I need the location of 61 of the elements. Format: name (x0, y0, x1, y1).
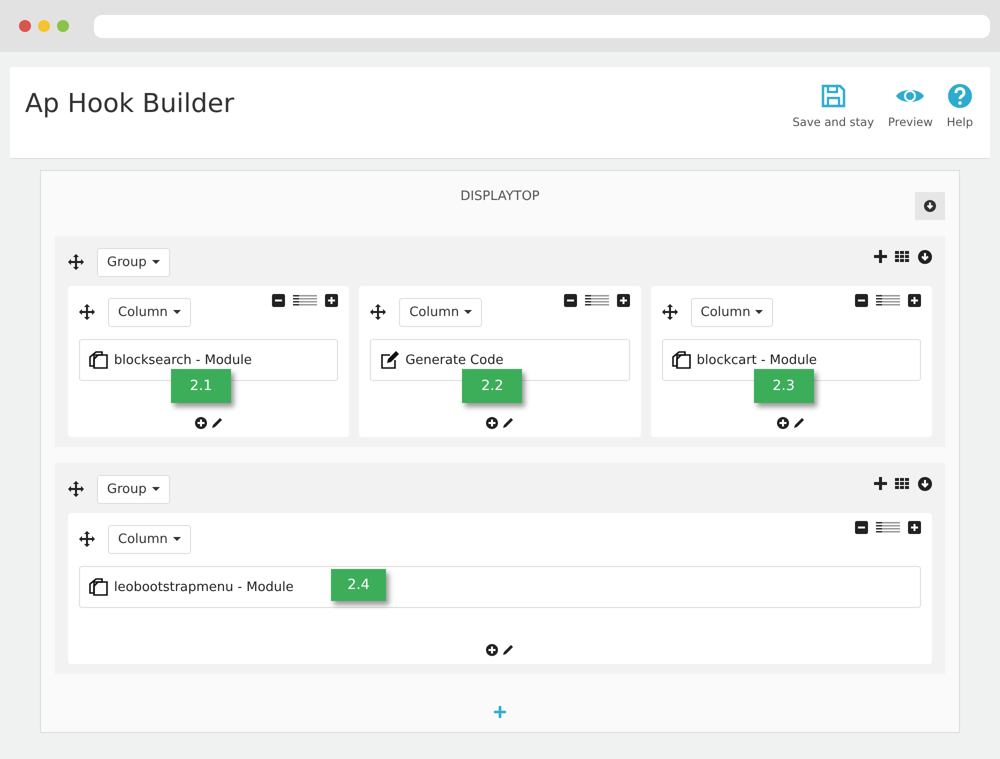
minus-square-icon[interactable] (272, 294, 286, 307)
grid-icon[interactable] (895, 477, 910, 490)
move-icon[interactable] (79, 531, 95, 547)
move-icon[interactable] (79, 304, 95, 320)
minus-square-icon[interactable] (854, 294, 868, 307)
page-title: Ap Hook Builder (25, 89, 234, 119)
pencil-icon[interactable] (793, 417, 806, 429)
download-circle-icon (924, 200, 936, 212)
collapse-button[interactable] (915, 192, 945, 220)
column-dropdown[interactable]: Column (399, 298, 482, 326)
number-badge: 2.4 (331, 569, 386, 601)
download-circle-icon[interactable] (918, 250, 932, 264)
minimize-dot[interactable] (38, 20, 50, 32)
plus-icon[interactable] (874, 250, 887, 263)
plus-icon[interactable] (874, 477, 887, 490)
maximize-dot[interactable] (57, 20, 69, 32)
plus-square-icon[interactable] (325, 294, 338, 307)
pencil-icon[interactable] (502, 417, 514, 429)
column-width-icon[interactable] (584, 295, 609, 306)
copy-icon (672, 350, 692, 370)
pencil-icon[interactable] (210, 417, 223, 429)
close-dot[interactable] (19, 20, 31, 32)
copy-icon (89, 577, 109, 597)
column-width-icon[interactable] (293, 295, 318, 306)
preview-button[interactable]: Preview (888, 83, 933, 129)
move-icon[interactable] (68, 254, 84, 270)
plus-square-icon[interactable] (908, 294, 921, 307)
add-circle-icon[interactable] (486, 417, 498, 429)
add-circle-icon[interactable] (194, 417, 207, 429)
hook-name: DISPLAYTOP (460, 189, 540, 204)
copy-icon (89, 350, 109, 370)
move-icon[interactable] (68, 481, 84, 497)
save-and-stay-button[interactable]: Save and stay (792, 83, 874, 129)
column-width-icon[interactable] (876, 522, 900, 533)
help-icon (946, 83, 973, 109)
column-dropdown[interactable]: Column (108, 524, 191, 554)
move-icon[interactable] (370, 304, 386, 320)
add-group-icon[interactable] (494, 706, 506, 718)
module-item[interactable]: Generate Code (370, 339, 630, 381)
pencil-icon[interactable] (502, 644, 514, 656)
column-width-icon[interactable] (876, 295, 900, 306)
number-badge: 2.1 (171, 369, 231, 403)
number-badge: 2.3 (754, 369, 814, 403)
module-item[interactable]: blocksearch - Module (79, 339, 338, 381)
number-badge: 2.2 (462, 369, 522, 403)
group-dropdown[interactable]: Group (97, 474, 170, 504)
help-button[interactable]: Help (946, 83, 973, 129)
column-dropdown[interactable]: Column (108, 298, 191, 326)
plus-square-icon[interactable] (908, 521, 921, 534)
add-circle-icon[interactable] (777, 417, 790, 429)
download-circle-icon[interactable] (918, 477, 932, 491)
edit-icon (380, 350, 400, 370)
add-circle-icon[interactable] (486, 644, 498, 656)
minus-square-icon[interactable] (855, 521, 868, 534)
module-item[interactable]: blockcart - Module (662, 339, 921, 381)
plus-square-icon[interactable] (616, 294, 630, 307)
column-dropdown[interactable]: Column (690, 298, 774, 326)
grid-icon[interactable] (895, 250, 910, 263)
minus-square-icon[interactable] (564, 294, 577, 307)
move-icon[interactable] (662, 304, 678, 320)
group-dropdown[interactable]: Group (97, 248, 170, 276)
